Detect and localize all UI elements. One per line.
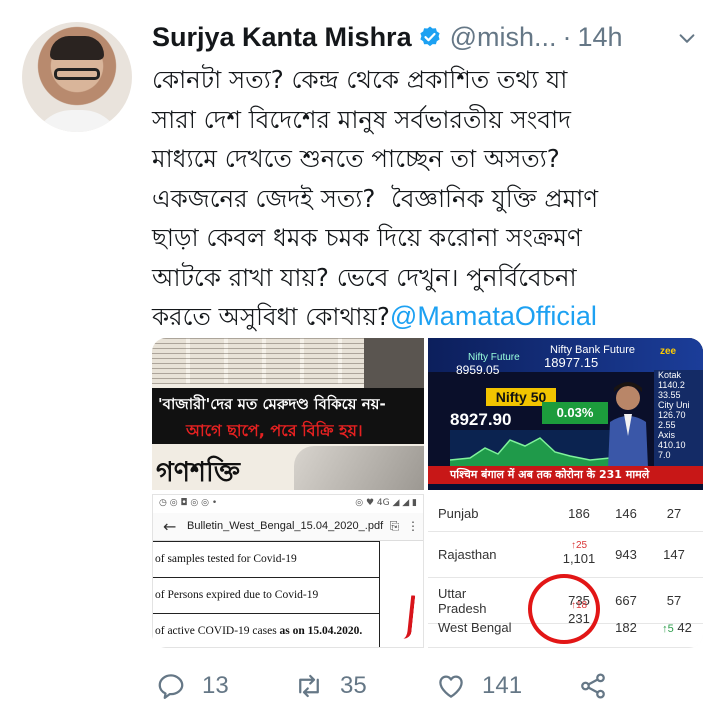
pdf-table-line — [153, 541, 379, 542]
tv-bank-future-value: 18977.15 — [544, 355, 599, 370]
like-button[interactable]: 141 — [436, 664, 522, 708]
red-pen-mark — [400, 594, 416, 640]
mention-link[interactable]: @MamataOfficial — [390, 301, 597, 331]
table-active: 182 — [615, 620, 637, 635]
avatar-hair — [50, 36, 104, 60]
avatar[interactable] — [22, 22, 132, 132]
newspaper-logo: গণশক্তি — [156, 457, 240, 488]
tv-side-line: 410.10 — [658, 440, 686, 450]
tv-bottom-bar — [428, 484, 703, 490]
newspaper-photo — [364, 338, 424, 388]
table-recovered: 147 — [663, 547, 685, 562]
red-circle-mark — [528, 574, 600, 644]
retweet-count: 35 — [340, 672, 367, 699]
author-handle[interactable]: @mish... — [450, 22, 557, 53]
table-confirmed: 1,101 — [562, 551, 596, 566]
tv-channel-logo: zee — [660, 346, 677, 357]
tweet[interactable]: Surjya Kanta Mishra @mish... · 14h কোনটা… — [0, 0, 720, 726]
avatar-glasses — [54, 68, 100, 80]
time-separator: · — [562, 21, 572, 52]
table-active: 667 — [615, 593, 637, 608]
tweet-time[interactable]: 14h — [578, 22, 623, 53]
table-confirmed: 186 — [568, 506, 590, 521]
pdf-row-active: of active COVID-19 cases as on 15.04.202… — [155, 625, 362, 637]
media-image-newspaper[interactable]: 'বাজারী'দের মত মেরুদণ্ড বিকিয়ে নয়- আগে… — [152, 338, 424, 490]
pdf-status-left: ◷ ◎ ◘ ◎ ◎ • — [159, 498, 218, 508]
table-delta: ↑25 — [570, 540, 588, 551]
tweet-body: কোনটা সত্য? কেন্দ্র থেকে প্রকাশিত তথ্য য… — [152, 65, 599, 331]
tv-side-line: City Uni — [658, 400, 690, 410]
pdf-row-active-normal: of active COVID-19 cases — [155, 625, 280, 637]
newspaper-glove-image — [294, 446, 424, 490]
tv-side-line: Axis — [658, 430, 676, 440]
table-state: Punjab — [438, 506, 479, 521]
newspaper-headline-red: আগে ছাপে, পরে বিক্রি হয়। — [186, 421, 363, 440]
pdf-table-line — [153, 577, 379, 578]
pdf-table-line — [153, 613, 379, 614]
retweet-icon — [299, 674, 319, 698]
more-icon[interactable]: ⋮ — [407, 519, 419, 533]
table-recovered: 57 — [666, 593, 682, 608]
tv-mini-chart — [450, 430, 610, 470]
download-icon[interactable]: ⎘ — [390, 519, 400, 533]
table-state: Rajasthan — [438, 547, 497, 562]
table-state: Uttar Pradesh — [438, 586, 487, 616]
tv-change: 0.03% — [542, 402, 608, 424]
verified-badge-icon — [419, 26, 440, 47]
table-row: Punjab 186 146 27 — [428, 494, 703, 532]
pdf-row-active-bold: as on 15.04.2020. — [279, 625, 363, 637]
table-delta-green: ↑5 — [662, 623, 674, 635]
newspaper-headline-white: 'বাজারী'দের মত মেরুদণ্ড বিকিয়ে নয়- — [158, 395, 386, 413]
reply-count: 13 — [202, 672, 229, 699]
pdf-row-expired: of Persons expired due to Covid-19 — [155, 589, 319, 601]
table-confirmed-cell: ↑25 1,101 — [554, 540, 604, 566]
tweet-text: কোনটা সত্য? কেন্দ্র থেকে প্রকাশিত তথ্য য… — [152, 60, 712, 337]
tv-nifty-future-label: Nifty Future — [468, 352, 520, 363]
pdf-row-samples: of samples tested for Covid-19 — [155, 553, 297, 565]
tv-side-line: Kotak — [658, 370, 682, 380]
share-button[interactable] — [578, 664, 608, 708]
tv-anchor-image — [608, 382, 648, 468]
like-count: 141 — [482, 672, 523, 699]
reply-icon — [158, 674, 184, 699]
table-active: 146 — [615, 506, 637, 521]
tv-side-line: 33.55 — [658, 390, 681, 400]
pdf-toolbar: ← Bulletin_West_Bengal_15.04_2020_.pdf ⎘… — [153, 513, 423, 541]
pdf-table-vline — [379, 541, 380, 647]
heart-icon — [439, 675, 463, 698]
pdf-title: Bulletin_West_Bengal_15.04_2020_.pdf — [187, 520, 384, 532]
media-image-table[interactable]: Punjab 186 146 27 Rajasthan ↑25 1,101 94… — [428, 494, 703, 648]
avatar-shirt — [32, 110, 122, 132]
reply-button[interactable]: 13 — [156, 664, 229, 708]
tv-side-line: 126.70 — [658, 410, 686, 420]
pdf-status-bar: ◷ ◎ ◘ ◎ ◎ • ◎ ♥ 4G ◢ ◢ ▮ — [153, 495, 423, 513]
table-active: 943 — [615, 547, 637, 562]
tweet-header: Surjya Kanta Mishra @mish... · 14h — [152, 18, 712, 56]
media-image-pdf[interactable]: ◷ ◎ ◘ ◎ ◎ • ◎ ♥ 4G ◢ ◢ ▮ ← Bulletin_West… — [152, 494, 424, 648]
author-name[interactable]: Surjya Kanta Mishra — [152, 22, 412, 53]
tv-side-panel: Kotak 1140.2 33.55 City Uni 126.70 2.55 … — [654, 370, 703, 474]
table-recovered-cell: ↑5 42 — [654, 620, 700, 635]
retweet-button[interactable]: 35 — [294, 664, 367, 708]
table-recovered: 42 — [677, 620, 692, 635]
tv-side-line: 1140.2 — [658, 380, 685, 390]
tv-ticker: पश्चिम बंगाल में अब तक कोरोना के 231 माम… — [428, 466, 703, 484]
media-grid: 'বাজারী'দের মত মেরুদণ্ড বিকিয়ে নয়- আগে… — [152, 338, 703, 648]
table-row: Rajasthan ↑25 1,101 943 147 — [428, 532, 703, 578]
tweet-actions: 13 35 141 — [152, 664, 712, 708]
chevron-down-icon[interactable] — [676, 28, 698, 50]
back-arrow-icon[interactable]: ← — [163, 517, 176, 536]
tv-side-line: 7.0 — [658, 450, 671, 460]
pdf-status-right: ◎ ♥ 4G ◢ ◢ ▮ — [355, 498, 417, 508]
table-recovered: 27 — [666, 506, 682, 521]
pdf-toolbar-icons[interactable]: ⎘ ⋮ — [390, 519, 419, 534]
table-state: West Bengal — [438, 620, 512, 635]
tv-nifty-future-value: 8959.05 — [456, 363, 500, 377]
tv-price: 8927.90 — [450, 410, 512, 429]
media-image-tv[interactable]: Nifty Future 8959.05 Nifty Bank Future 1… — [428, 338, 703, 490]
share-icon — [581, 673, 605, 699]
tv-side-line: 2.55 — [658, 420, 676, 430]
